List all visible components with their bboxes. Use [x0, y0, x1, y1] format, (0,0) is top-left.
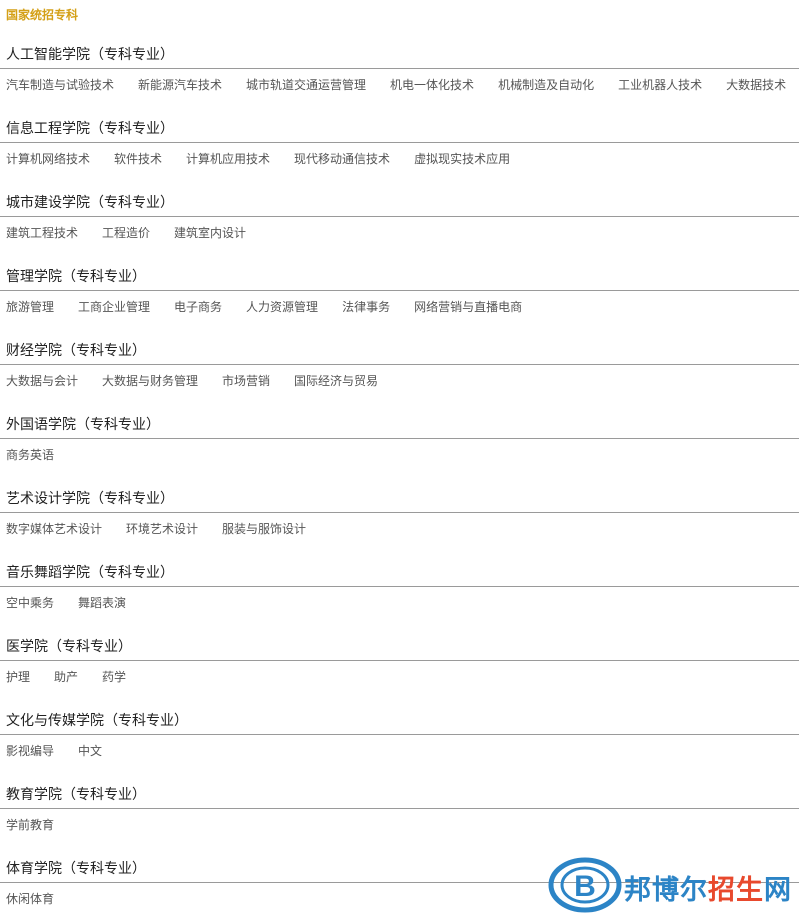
- major-list: 数字媒体艺术设计 环境艺术设计 服装与服饰设计: [6, 520, 330, 537]
- major-link[interactable]: 计算机网络技术: [6, 150, 90, 167]
- watermark-text-accent: 招生: [708, 875, 764, 906]
- watermark-logo-letter: B: [574, 870, 596, 903]
- major-link[interactable]: 大数据技术: [726, 76, 786, 93]
- section-divider: [0, 586, 799, 587]
- college-title: 体育学院（专科专业）: [6, 861, 146, 877]
- major-link[interactable]: 数字媒体艺术设计: [6, 520, 102, 537]
- major-link[interactable]: 现代移动通信技术: [294, 150, 390, 167]
- major-list: 护理 助产 药学: [6, 668, 150, 685]
- major-list: 大数据与会计 大数据与财务管理 市场营销 国际经济与贸易: [6, 372, 402, 389]
- college-title: 人工智能学院（专科专业）: [6, 47, 174, 63]
- major-list: 商务英语: [6, 446, 78, 463]
- watermark-text-tail: 网: [764, 875, 792, 906]
- section-divider: [0, 808, 799, 809]
- section-divider: [0, 216, 799, 217]
- major-link[interactable]: 旅游管理: [6, 298, 54, 315]
- major-link[interactable]: 机电一体化技术: [390, 76, 474, 93]
- major-link[interactable]: 学前教育: [6, 816, 54, 833]
- major-link[interactable]: 工商企业管理: [78, 298, 150, 315]
- college-title: 医学院（专科专业）: [6, 639, 132, 655]
- section-divider: [0, 364, 799, 365]
- section-divider: [0, 68, 799, 69]
- watermark-logo-icon: B: [548, 857, 622, 913]
- category-label: 国家统招专科: [6, 8, 79, 22]
- major-list: 学前教育: [6, 816, 78, 833]
- major-link[interactable]: 建筑室内设计: [174, 224, 246, 241]
- major-link[interactable]: 电子商务: [174, 298, 222, 315]
- watermark-text-main: 邦博尔: [624, 875, 708, 906]
- major-link[interactable]: 助产: [54, 668, 78, 685]
- major-list: 空中乘务 舞蹈表演: [6, 594, 150, 611]
- major-link[interactable]: 网络营销与直播电商: [414, 298, 522, 315]
- major-link[interactable]: 空中乘务: [6, 594, 54, 611]
- major-list: 休闲体育: [6, 890, 78, 907]
- major-list: 建筑工程技术 工程造价 建筑室内设计: [6, 224, 270, 241]
- major-link[interactable]: 大数据与财务管理: [102, 372, 198, 389]
- major-link[interactable]: 服装与服饰设计: [222, 520, 306, 537]
- site-watermark: B 邦博尔招生网: [548, 856, 798, 914]
- major-list: 影视编导 中文: [6, 742, 126, 759]
- major-link[interactable]: 机械制造及自动化: [498, 76, 594, 93]
- major-link[interactable]: 建筑工程技术: [6, 224, 78, 241]
- major-link[interactable]: 药学: [102, 668, 126, 685]
- college-title: 外国语学院（专科专业）: [6, 417, 160, 433]
- major-link[interactable]: 中文: [78, 742, 102, 759]
- major-link[interactable]: 工业机器人技术: [618, 76, 702, 93]
- section-divider: [0, 734, 799, 735]
- major-link[interactable]: 汽车制造与试验技术: [6, 76, 114, 93]
- college-title: 音乐舞蹈学院（专科专业）: [6, 565, 174, 581]
- major-list: 计算机网络技术 软件技术 计算机应用技术 现代移动通信技术 虚拟现实技术应用: [6, 150, 534, 167]
- major-link[interactable]: 虚拟现实技术应用: [414, 150, 510, 167]
- section-divider: [0, 512, 799, 513]
- major-link[interactable]: 护理: [6, 668, 30, 685]
- major-link[interactable]: 环境艺术设计: [126, 520, 198, 537]
- major-link[interactable]: 休闲体育: [6, 890, 54, 907]
- major-link[interactable]: 新能源汽车技术: [138, 76, 222, 93]
- major-link[interactable]: 商务英语: [6, 446, 54, 463]
- major-link[interactable]: 舞蹈表演: [78, 594, 126, 611]
- major-list: 汽车制造与试验技术 新能源汽车技术 城市轨道交通运营管理 机电一体化技术 机械制造及自动…: [6, 76, 799, 93]
- major-link[interactable]: 计算机应用技术: [186, 150, 270, 167]
- section-divider: [0, 660, 799, 661]
- college-title: 管理学院（专科专业）: [6, 269, 146, 285]
- college-title: 艺术设计学院（专科专业）: [6, 491, 174, 507]
- major-link[interactable]: 国际经济与贸易: [294, 372, 378, 389]
- section-divider: [0, 290, 799, 291]
- major-link[interactable]: 大数据与会计: [6, 372, 78, 389]
- section-divider: [0, 438, 799, 439]
- watermark-text: 邦博尔招生网: [624, 868, 792, 907]
- major-list: 旅游管理 工商企业管理 电子商务 人力资源管理 法律事务 网络营销与直播电商: [6, 298, 546, 315]
- college-title: 文化与传媒学院（专科专业）: [6, 713, 188, 729]
- major-link[interactable]: 工程造价: [102, 224, 150, 241]
- major-link[interactable]: 人力资源管理: [246, 298, 318, 315]
- major-link[interactable]: 软件技术: [114, 150, 162, 167]
- major-link[interactable]: 市场营销: [222, 372, 270, 389]
- college-title: 信息工程学院（专科专业）: [6, 121, 174, 137]
- major-link[interactable]: 法律事务: [342, 298, 390, 315]
- major-link[interactable]: 影视编导: [6, 742, 54, 759]
- section-divider: [0, 142, 799, 143]
- college-title: 城市建设学院（专科专业）: [6, 195, 174, 211]
- college-title: 财经学院（专科专业）: [6, 343, 146, 359]
- major-link[interactable]: 城市轨道交通运营管理: [246, 76, 366, 93]
- college-title: 教育学院（专科专业）: [6, 787, 146, 803]
